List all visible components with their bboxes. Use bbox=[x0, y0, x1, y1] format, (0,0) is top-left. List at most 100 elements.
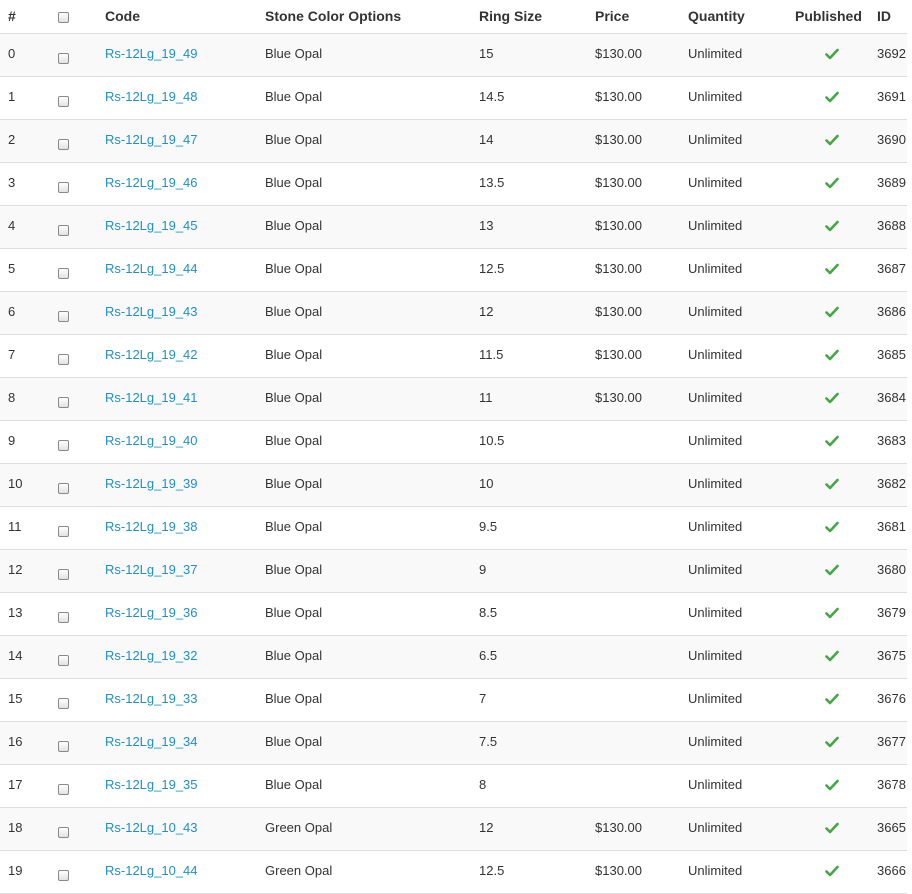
row-checkbox[interactable] bbox=[58, 525, 69, 537]
table-row: 13 Rs-12Lg_19_36 Blue Opal 8.5 Unlimited 3679 bbox=[0, 592, 907, 636]
published-check-icon[interactable] bbox=[824, 779, 839, 791]
row-number: 9 bbox=[0, 420, 55, 464]
code-cell: Rs-12Lg_19_39 bbox=[105, 463, 265, 507]
code-cell: Rs-12Lg_19_38 bbox=[105, 506, 265, 550]
row-checkbox[interactable] bbox=[58, 869, 69, 881]
ring-size-cell: 8 bbox=[479, 764, 595, 808]
row-checkbox[interactable] bbox=[58, 826, 69, 838]
row-checkbox[interactable] bbox=[58, 181, 69, 193]
code-cell: Rs-12Lg_10_44 bbox=[105, 850, 265, 894]
quantity-cell: Unlimited bbox=[688, 119, 792, 163]
code-link[interactable]: Rs-12Lg_19_44 bbox=[105, 261, 198, 276]
ring-size-cell: 14 bbox=[479, 119, 595, 163]
row-checkbox[interactable] bbox=[58, 611, 69, 623]
row-checkbox[interactable] bbox=[58, 740, 69, 752]
published-check-icon[interactable] bbox=[824, 564, 839, 576]
row-checkbox[interactable] bbox=[58, 568, 69, 580]
published-check-icon[interactable] bbox=[824, 478, 839, 490]
published-check-icon[interactable] bbox=[824, 48, 839, 60]
row-checkbox[interactable] bbox=[58, 310, 69, 322]
published-check-icon[interactable] bbox=[824, 822, 839, 834]
column-header-published[interactable]: Published bbox=[792, 0, 877, 34]
row-checkbox[interactable] bbox=[58, 224, 69, 236]
code-link[interactable]: Rs-12Lg_19_42 bbox=[105, 347, 198, 362]
stone-color-cell: Blue Opal bbox=[265, 678, 479, 722]
code-cell: Rs-12Lg_19_43 bbox=[105, 291, 265, 335]
code-link[interactable]: Rs-12Lg_19_49 bbox=[105, 46, 198, 61]
published-check-icon[interactable] bbox=[824, 435, 839, 447]
published-check-icon[interactable] bbox=[824, 306, 839, 318]
price-cell bbox=[595, 764, 688, 808]
published-check-icon[interactable] bbox=[824, 349, 839, 361]
row-checkbox[interactable] bbox=[58, 267, 69, 279]
code-link[interactable]: Rs-12Lg_10_44 bbox=[105, 863, 198, 878]
column-header-id[interactable]: ID bbox=[877, 0, 907, 34]
code-link[interactable]: Rs-12Lg_19_33 bbox=[105, 691, 198, 706]
code-link[interactable]: Rs-12Lg_19_39 bbox=[105, 476, 198, 491]
published-check-icon[interactable] bbox=[824, 521, 839, 533]
published-check-icon[interactable] bbox=[824, 134, 839, 146]
row-checkbox[interactable] bbox=[58, 95, 69, 107]
row-checkbox[interactable] bbox=[58, 396, 69, 408]
code-link[interactable]: Rs-12Lg_19_37 bbox=[105, 562, 198, 577]
row-checkbox[interactable] bbox=[58, 353, 69, 365]
published-check-icon[interactable] bbox=[824, 650, 839, 662]
published-check-icon[interactable] bbox=[824, 865, 839, 877]
ring-size-cell: 14.5 bbox=[479, 76, 595, 120]
select-all-checkbox[interactable] bbox=[58, 12, 69, 24]
published-cell bbox=[792, 635, 877, 679]
code-link[interactable]: Rs-12Lg_19_43 bbox=[105, 304, 198, 319]
stone-color-cell: Blue Opal bbox=[265, 463, 479, 507]
published-check-icon[interactable] bbox=[824, 392, 839, 404]
code-link[interactable]: Rs-12Lg_19_41 bbox=[105, 390, 198, 405]
row-checkbox[interactable] bbox=[58, 439, 69, 451]
code-link[interactable]: Rs-12Lg_10_43 bbox=[105, 820, 198, 835]
row-number: 13 bbox=[0, 592, 55, 636]
column-header-number[interactable]: # bbox=[0, 0, 55, 34]
published-check-icon[interactable] bbox=[824, 177, 839, 189]
code-link[interactable]: Rs-12Lg_19_47 bbox=[105, 132, 198, 147]
published-check-icon[interactable] bbox=[824, 91, 839, 103]
ring-size-cell: 13.5 bbox=[479, 162, 595, 206]
code-cell: Rs-12Lg_19_47 bbox=[105, 119, 265, 163]
column-header-code[interactable]: Code bbox=[105, 0, 265, 34]
code-link[interactable]: Rs-12Lg_19_35 bbox=[105, 777, 198, 792]
row-select-cell bbox=[55, 119, 105, 163]
row-checkbox[interactable] bbox=[58, 783, 69, 795]
code-link[interactable]: Rs-12Lg_19_40 bbox=[105, 433, 198, 448]
code-link[interactable]: Rs-12Lg_19_45 bbox=[105, 218, 198, 233]
table-row: 0 Rs-12Lg_19_49 Blue Opal 15 $130.00 Unlimite… bbox=[0, 33, 907, 77]
column-header-stone-color[interactable]: Stone Color Options bbox=[265, 0, 479, 34]
code-cell: Rs-12Lg_19_40 bbox=[105, 420, 265, 464]
code-link[interactable]: Rs-12Lg_19_32 bbox=[105, 648, 198, 663]
row-select-cell bbox=[55, 721, 105, 765]
table-row: 3 Rs-12Lg_19_46 Blue Opal 13.5 $130.00 Unlimi… bbox=[0, 162, 907, 206]
row-checkbox[interactable] bbox=[58, 697, 69, 709]
product-variants-table: # Code Stone Color Options Ring Size Pri… bbox=[0, 0, 907, 894]
code-link[interactable]: Rs-12Lg_19_48 bbox=[105, 89, 198, 104]
code-link[interactable]: Rs-12Lg_19_34 bbox=[105, 734, 198, 749]
row-checkbox[interactable] bbox=[58, 654, 69, 666]
price-cell: $130.00 bbox=[595, 33, 688, 77]
table-header-row: # Code Stone Color Options Ring Size Pri… bbox=[0, 0, 907, 34]
published-check-icon[interactable] bbox=[824, 607, 839, 619]
table-row: 7 Rs-12Lg_19_42 Blue Opal 11.5 $130.00 Unlimi… bbox=[0, 334, 907, 378]
table-row: 17 Rs-12Lg_19_35 Blue Opal 8 Unlimited 3678 bbox=[0, 764, 907, 808]
column-header-ring-size[interactable]: Ring Size bbox=[479, 0, 595, 34]
column-header-quantity[interactable]: Quantity bbox=[688, 0, 792, 34]
row-checkbox[interactable] bbox=[58, 52, 69, 64]
stone-color-cell: Blue Opal bbox=[265, 420, 479, 464]
published-check-icon[interactable] bbox=[824, 263, 839, 275]
row-number: 3 bbox=[0, 162, 55, 206]
column-header-price[interactable]: Price bbox=[595, 0, 688, 34]
code-link[interactable]: Rs-12Lg_19_38 bbox=[105, 519, 198, 534]
row-number: 1 bbox=[0, 76, 55, 120]
stone-color-cell: Blue Opal bbox=[265, 592, 479, 636]
code-link[interactable]: Rs-12Lg_19_36 bbox=[105, 605, 198, 620]
row-checkbox[interactable] bbox=[58, 138, 69, 150]
code-link[interactable]: Rs-12Lg_19_46 bbox=[105, 175, 198, 190]
row-checkbox[interactable] bbox=[58, 482, 69, 494]
published-check-icon[interactable] bbox=[824, 220, 839, 232]
published-check-icon[interactable] bbox=[824, 693, 839, 705]
published-check-icon[interactable] bbox=[824, 736, 839, 748]
